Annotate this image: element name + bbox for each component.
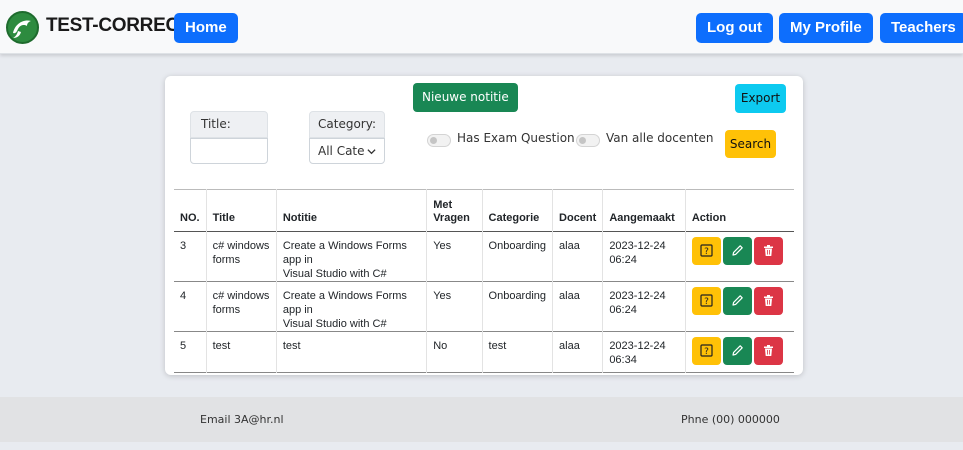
notes-table: NO. Title Notitie Met Vragen Categorie Do…	[174, 189, 794, 373]
cell-no: 5	[180, 340, 187, 352]
exam-question-button[interactable]: ?	[691, 287, 721, 315]
header-categorie: Categorie	[481, 189, 553, 232]
cell-no: 3	[180, 240, 187, 252]
table-row: 3 c# windows forms Create a Windows Forms…	[174, 231, 794, 282]
cell-notitie: test	[275, 331, 427, 373]
search-button[interactable]: Search	[725, 130, 776, 158]
teachers-button[interactable]: Teachers	[880, 13, 963, 43]
all-teachers-toggle[interactable]	[576, 134, 600, 147]
question-square-icon: ?	[700, 244, 713, 257]
svg-text:?: ?	[704, 247, 709, 257]
title-filter-label: Title:	[190, 111, 268, 138]
category-select[interactable]: All Categ	[309, 138, 385, 164]
pencil-icon	[732, 245, 743, 256]
header-docent: Docent	[552, 189, 603, 232]
chevron-down-icon	[367, 149, 376, 155]
logout-button[interactable]: Log out	[696, 13, 773, 43]
header-title: Title	[205, 189, 277, 232]
dolphin-logo-icon[interactable]	[6, 11, 39, 44]
question-square-icon: ?	[700, 294, 713, 307]
notes-card: Nieuwe notitie Export Title: Category: A…	[165, 76, 803, 375]
table-row: 4 c# windows forms Create a Windows Forms…	[174, 281, 794, 332]
title-filter-input[interactable]	[190, 138, 268, 164]
edit-button[interactable]	[722, 337, 752, 365]
cell-docent: alaa	[552, 331, 603, 373]
new-note-button[interactable]: Nieuwe notitie	[413, 83, 518, 112]
cell-docent: alaa	[552, 231, 603, 282]
my-profile-button[interactable]: My Profile	[779, 13, 873, 43]
category-filter-label: Category:	[309, 111, 385, 138]
cell-no: 4	[180, 290, 187, 302]
cell-actions: ?	[684, 231, 794, 282]
table-header-row: NO. Title Notitie Met Vragen Categorie Do…	[174, 189, 794, 232]
all-teachers-label: Van alle docenten	[606, 131, 714, 145]
home-button[interactable]: Home	[174, 13, 238, 43]
exam-question-button[interactable]: ?	[691, 337, 721, 365]
delete-button[interactable]	[753, 337, 783, 365]
cell-actions: ?	[684, 281, 794, 332]
cell-categorie: test	[481, 331, 553, 373]
cell-title: c# windows forms	[205, 231, 277, 282]
svg-text:?: ?	[704, 297, 709, 307]
svg-text:?: ?	[704, 347, 709, 357]
cell-categorie: Onboarding	[481, 281, 553, 332]
question-square-icon: ?	[700, 344, 713, 357]
delete-button[interactable]	[753, 287, 783, 315]
cell-aangemaakt: 2023-12-24 06:24	[602, 231, 686, 282]
has-exam-question-toggle[interactable]	[427, 134, 451, 147]
export-button[interactable]: Export	[735, 84, 786, 113]
cell-title: test	[205, 331, 277, 373]
pencil-icon	[732, 295, 743, 306]
cell-aangemaakt: 2023-12-24 06:34	[602, 331, 686, 373]
cell-aangemaakt: 2023-12-24 06:24	[602, 281, 686, 332]
header-no: NO.	[180, 212, 200, 224]
cell-docent: alaa	[552, 281, 603, 332]
cell-notitie: Create a Windows Forms app in Visual Stud…	[275, 281, 427, 332]
trash-icon	[763, 345, 773, 356]
category-select-value: All Categ	[318, 144, 364, 158]
edit-button[interactable]	[722, 237, 752, 265]
brand-name[interactable]: TEST-CORRECT	[46, 15, 190, 37]
table-row: 5 test test No test alaa 2023-12-24 06:34…	[174, 331, 794, 373]
cell-actions: ?	[684, 331, 794, 373]
exam-question-button[interactable]: ?	[691, 237, 721, 265]
header-notitie: Notitie	[275, 189, 427, 232]
footer-phone: Phne (00) 000000	[681, 413, 780, 426]
edit-button[interactable]	[722, 287, 752, 315]
delete-button[interactable]	[753, 237, 783, 265]
header-action: Action	[684, 189, 794, 232]
cell-met-vragen: No	[426, 331, 483, 373]
header-met-vragen: Met Vragen	[426, 189, 483, 232]
cell-met-vragen: Yes	[426, 281, 483, 332]
cell-notitie: Create a Windows Forms app in Visual Stud…	[275, 231, 427, 282]
cell-categorie: Onboarding	[481, 231, 553, 282]
footer: Email 3A@hr.nl Phne (00) 000000	[0, 397, 963, 442]
header-aangemaakt: Aangemaakt	[602, 189, 686, 232]
has-exam-question-label: Has Exam Question	[457, 131, 575, 145]
footer-email: Email 3A@hr.nl	[200, 413, 284, 426]
cell-title: c# windows forms	[205, 281, 277, 332]
navbar: TEST-CORRECT Home Log out My Profile Tea…	[0, 0, 963, 54]
trash-icon	[763, 295, 773, 306]
trash-icon	[763, 245, 773, 256]
pencil-icon	[732, 345, 743, 356]
cell-met-vragen: Yes	[426, 231, 483, 282]
